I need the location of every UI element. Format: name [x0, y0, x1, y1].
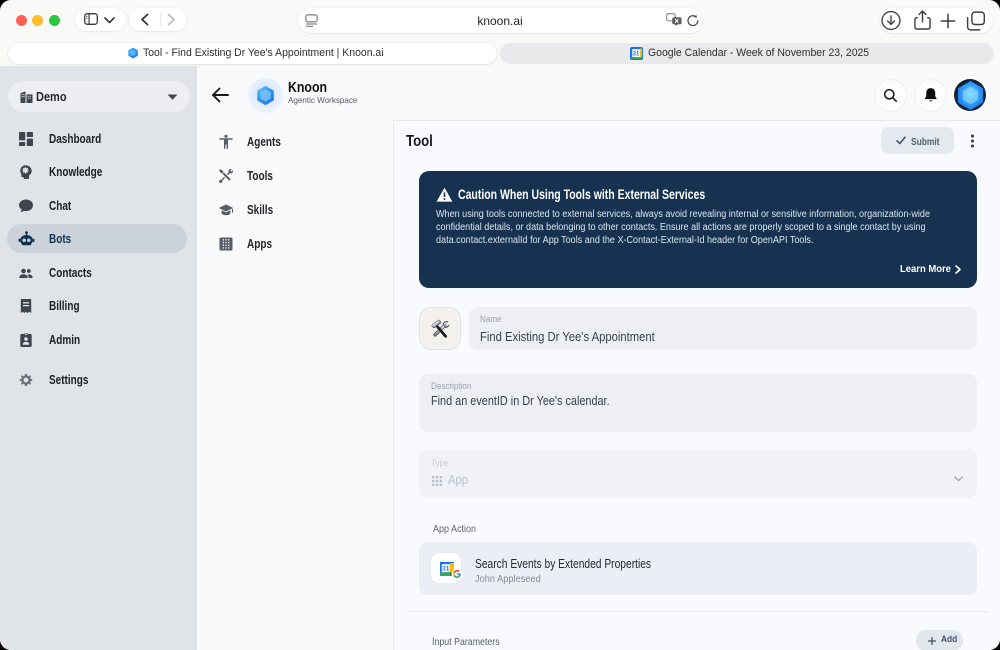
- svg-text:31: 31: [442, 566, 450, 573]
- svg-text:31: 31: [633, 51, 640, 57]
